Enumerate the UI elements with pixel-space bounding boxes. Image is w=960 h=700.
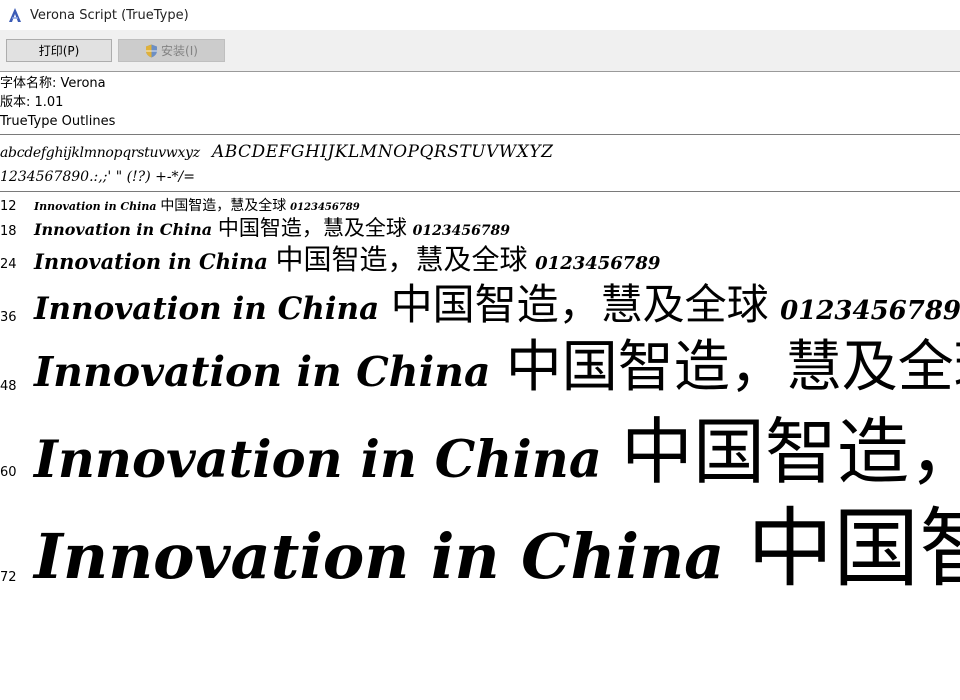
sample-latin: Innovation in China	[34, 249, 268, 274]
sample-text: Innovation in China 中国智造，慧及全球 0123456789	[34, 340, 960, 396]
version-line: 版本: 1.01	[0, 95, 64, 110]
digits-symbols-set: 1234567890.:,;' " (!?) +-*/=	[0, 169, 196, 185]
sample-latin: Innovation in China	[34, 348, 491, 396]
sample-latin: Innovation in China	[34, 291, 380, 327]
sample-text: Innovation in China 中国智造，慧及全球 0123456789	[34, 416, 960, 488]
sample-cjk: 中国智造，慧及全球	[747, 500, 960, 599]
sample-cjk: 中国智造，慧及全球	[160, 198, 287, 214]
size-label: 48	[0, 379, 17, 394]
character-set-preview: abcdefghijklmnopqrstuvwxyz ABCDEFGHIJKLM…	[0, 137, 960, 187]
window-title: Verona Script (TrueType)	[30, 7, 189, 23]
uppercase-set: ABCDEFGHIJKLMNOPQRSTUVWXYZ	[211, 142, 554, 162]
sample-digits: 0123456789	[290, 202, 360, 213]
size-label: 18	[0, 224, 17, 239]
size-label: 72	[0, 570, 17, 585]
font-info: 字体名称: Verona 版本: 1.01 TrueType Outlines	[0, 73, 960, 131]
sample-digits: 0123456789	[780, 296, 960, 326]
print-button-label: 打印(P)	[38, 44, 80, 58]
sample-row-36: 36 Innovation in China 中国智造，慧及全球 0123456…	[0, 282, 960, 334]
size-label: 24	[0, 257, 17, 272]
title-bar: Verona Script (TrueType)	[0, 0, 960, 30]
toolbar: 打印(P) 安装(I)	[0, 30, 960, 72]
sample-text: Innovation in China 中国智造，慧及全球 0123456789	[34, 199, 360, 213]
sample-digits: 0123456789	[412, 223, 511, 239]
sample-digits: 0123456789	[535, 253, 661, 274]
install-button[interactable]: 安装(I)	[118, 39, 225, 62]
install-button-label: 安装(I)	[161, 44, 198, 58]
sample-text: Innovation in China 中国智造，慧及全球 0123456789	[34, 246, 660, 274]
size-label: 12	[0, 199, 17, 214]
sample-row-18: 18 Innovation in China 中国智造，慧及全球 0123456…	[0, 217, 960, 243]
sample-row-12: 12 Innovation in China 中国智造，慧及全球 0123456…	[0, 196, 960, 218]
sample-latin: Innovation in China	[34, 430, 602, 490]
sample-cjk: 中国智造，慧及全球	[505, 336, 960, 400]
print-button[interactable]: 打印(P)	[6, 39, 112, 62]
divider	[0, 134, 960, 135]
sample-text: Innovation in China 中国智造，慧及全球 0123456789	[34, 218, 510, 239]
sample-cjk: 中国智造，慧及全球	[275, 244, 528, 276]
sample-latin: Innovation in China	[34, 200, 157, 213]
sample-row-24: 24 Innovation in China 中国智造，慧及全球 0123456…	[0, 244, 960, 280]
outlines-line: TrueType Outlines	[0, 114, 116, 129]
sample-row-72: 72 Innovation in China 中国智造，慧及全球 0123456…	[0, 500, 960, 605]
sample-cjk: 中国智造，慧及全球	[620, 410, 960, 494]
sample-row-60: 60 Innovation in China 中国智造，慧及全球 0123456…	[0, 410, 960, 500]
sample-latin: Innovation in China	[34, 520, 725, 593]
sample-cjk: 中国智造，慧及全球	[217, 217, 407, 240]
shield-icon	[145, 44, 158, 58]
divider	[0, 191, 960, 192]
font-name-line: 字体名称: Verona	[0, 76, 106, 91]
sample-row-48: 48 Innovation in China 中国智造，慧及全球 0123456…	[0, 336, 960, 406]
sample-cjk: 中国智造，慧及全球	[390, 282, 769, 329]
size-label: 60	[0, 465, 17, 480]
sample-text: Innovation in China 中国智造，慧及全球 0123456789	[34, 284, 960, 326]
sample-text: Innovation in China 中国智造，慧及全球 0123456789	[34, 506, 960, 592]
size-label: 36	[0, 310, 17, 325]
lowercase-set: abcdefghijklmnopqrstuvwxyz	[0, 145, 200, 161]
font-file-icon	[7, 7, 23, 23]
sample-latin: Innovation in China	[34, 220, 213, 239]
